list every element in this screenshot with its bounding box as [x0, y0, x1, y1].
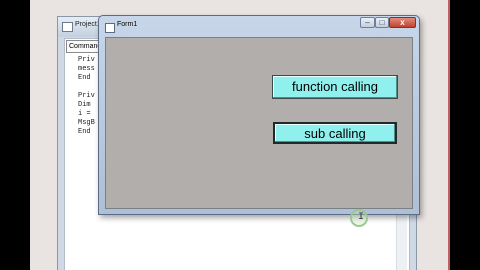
- sub-calling-button[interactable]: sub calling: [273, 122, 397, 144]
- close-button[interactable]: x: [389, 17, 416, 28]
- code-line: mess: [78, 65, 95, 73]
- desktop-background: Project1 Command Priv mess End Priv Dim …: [30, 0, 450, 270]
- maximize-button[interactable]: □: [375, 17, 389, 28]
- code-line: End: [78, 74, 91, 82]
- project-icon: [62, 22, 73, 32]
- minimize-button[interactable]: –: [360, 17, 375, 28]
- code-line: Priv: [78, 56, 95, 64]
- code-line: Priv: [78, 92, 95, 100]
- screen-edge-line: [448, 0, 450, 270]
- ibeam-cursor-icon: I: [358, 212, 365, 223]
- form-icon: [105, 23, 115, 33]
- code-line: Dim: [78, 101, 91, 109]
- code-line: MsgB: [78, 119, 95, 127]
- code-editor-title: Project1: [75, 21, 101, 28]
- function-calling-button[interactable]: function calling: [272, 75, 398, 99]
- code-line: i =: [78, 110, 91, 118]
- form-client-area: function calling sub calling: [105, 37, 413, 209]
- mouse-cursor-highlight: I: [350, 209, 368, 227]
- form1-title: Form1: [117, 21, 138, 28]
- form1-window: Form1 – □ x function calling sub calling: [98, 15, 420, 215]
- code-line: End: [78, 128, 91, 136]
